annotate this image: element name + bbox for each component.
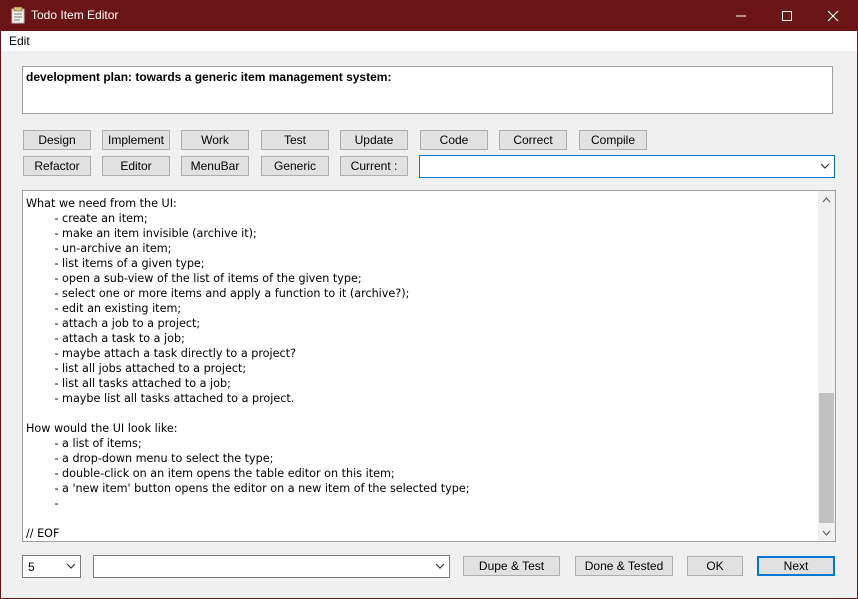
correct-button[interactable]: Correct (499, 130, 567, 150)
chevron-down-icon (820, 163, 830, 169)
maximize-button[interactable] (764, 1, 810, 31)
implement-button[interactable]: Implement (102, 130, 170, 150)
todo-item-editor-window: Todo Item Editor Edit development plan: … (1, 1, 857, 598)
menu-edit[interactable]: Edit (9, 34, 30, 48)
current-button[interactable]: Current : (340, 156, 408, 176)
notepad-icon (11, 7, 25, 24)
chevron-up-icon (822, 196, 831, 202)
update-button[interactable]: Update (340, 130, 408, 150)
close-icon (827, 10, 839, 22)
title-bar[interactable]: Todo Item Editor (1, 1, 857, 31)
test-button[interactable]: Test (261, 130, 329, 150)
generic-button[interactable]: Generic (261, 156, 329, 176)
minimize-button[interactable] (718, 1, 764, 31)
next-button[interactable]: Next (757, 556, 835, 576)
current-type-select[interactable] (419, 155, 835, 178)
editor-button[interactable]: Editor (102, 156, 170, 176)
work-button[interactable]: Work (181, 130, 249, 150)
scroll-up-button[interactable] (818, 191, 835, 208)
chevron-down-icon (435, 563, 445, 569)
priority-value: 5 (28, 560, 35, 574)
description-textarea[interactable]: What we need from the UI: - create an it… (22, 190, 836, 542)
compile-button[interactable]: Compile (579, 130, 647, 150)
window-title: Todo Item Editor (31, 8, 119, 22)
close-button[interactable] (810, 1, 856, 31)
description-text: What we need from the UI: - create an it… (26, 197, 470, 540)
item-title-field[interactable]: development plan: towards a generic item… (22, 66, 833, 114)
ok-button[interactable]: OK (687, 556, 743, 576)
scroll-down-button[interactable] (818, 524, 835, 541)
done-tested-button[interactable]: Done & Tested (575, 556, 673, 576)
minimize-icon (736, 15, 746, 17)
dupe-test-button[interactable]: Dupe & Test (463, 556, 560, 576)
menu-bar: Edit (1, 31, 857, 51)
secondary-select[interactable] (93, 555, 450, 578)
chevron-down-icon (66, 563, 76, 569)
refactor-button[interactable]: Refactor (23, 156, 91, 176)
priority-select[interactable]: 5 (22, 555, 81, 578)
maximize-icon (782, 11, 792, 21)
code-button[interactable]: Code (420, 130, 488, 150)
chevron-down-icon (822, 530, 831, 536)
vertical-scrollbar[interactable] (818, 191, 835, 541)
menubar-button[interactable]: MenuBar (181, 156, 249, 176)
design-button[interactable]: Design (23, 130, 91, 150)
scrollbar-thumb[interactable] (819, 393, 834, 523)
